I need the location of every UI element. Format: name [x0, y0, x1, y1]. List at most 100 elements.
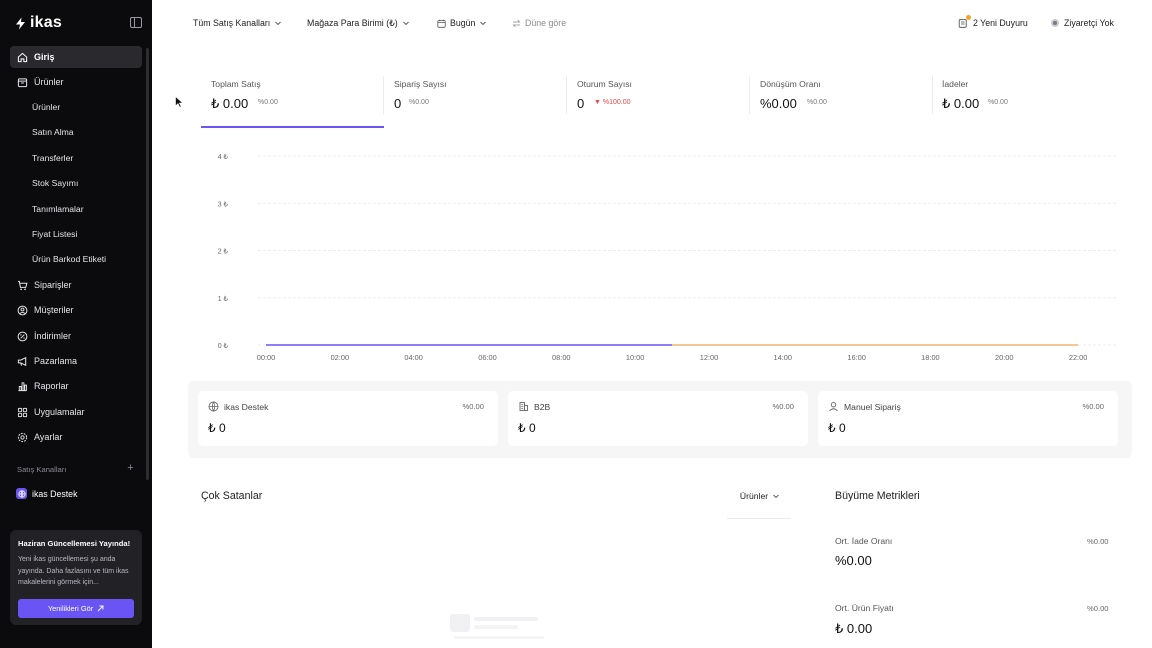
kpi-label: Oturum Sayısı: [577, 79, 632, 89]
kpi-conversion-rate[interactable]: Dönüşüm Oranı %0.00 %0.00: [750, 76, 932, 126]
sidebar-channel-label: ikas Destek: [32, 488, 78, 499]
kpi-change-value: %100.00: [602, 99, 631, 106]
sidebar-item-apps[interactable]: Uygulamalar: [10, 401, 142, 423]
sidebar-item-label: Müşteriler: [34, 305, 74, 315]
x-tick-label: 00:00: [257, 353, 276, 362]
kpi-label: Dönüşüm Oranı: [760, 79, 821, 89]
add-channel-icon[interactable]: +: [125, 463, 136, 474]
sidebar-subitem-transfers[interactable]: Transferler: [10, 148, 142, 168]
announcements-label: 2 Yeni Duyuru: [973, 18, 1028, 28]
kpi-order-count[interactable]: Sipariş Sayısı 0 %0.00: [384, 76, 566, 126]
sidebar-item-label: Raporlar: [34, 381, 69, 391]
sidebar-scrollbar[interactable]: [146, 48, 149, 480]
chevron-down-icon: [402, 21, 409, 26]
filter-label: Mağaza Para Birimi (₺): [307, 17, 398, 28]
sidebar-item-marketing[interactable]: Pazarlama: [10, 350, 142, 372]
update-promo-card: Haziran Güncellemesi Yayında! Yeni ikas …: [10, 530, 142, 625]
sidebar-subitem-products[interactable]: Ürünler: [10, 97, 142, 117]
chevron-down-icon: [480, 21, 487, 26]
sidebar-item-discounts[interactable]: İndirimler: [10, 325, 142, 347]
trend-down-icon: ▼: [594, 99, 601, 106]
kpi-returns[interactable]: İadeler ₺ 0.00 %0.00: [932, 76, 1114, 126]
channel-name: Manuel Sipariş: [844, 402, 901, 412]
visitors-indicator[interactable]: Ziyaretçi Yok: [1051, 16, 1114, 30]
cart-icon: [16, 279, 28, 291]
x-tick-label: 12:00: [700, 353, 719, 362]
sidebar-item-reports[interactable]: Raporlar: [10, 375, 142, 397]
announcements-button[interactable]: 2 Yeni Duyuru: [958, 15, 1028, 30]
kpi-value: ₺ 0.00: [211, 96, 249, 111]
metric-pct: %0.00: [1087, 537, 1109, 546]
compare-filter[interactable]: Düne göre: [512, 16, 566, 30]
date-filter[interactable]: Bugün: [437, 16, 487, 30]
metric-value: ₺ 0.00: [835, 621, 873, 636]
bolt-icon: [16, 17, 25, 29]
currency-filter[interactable]: Mağaza Para Birimi (₺): [307, 16, 410, 30]
x-tick-label: 06:00: [478, 353, 497, 362]
sidebar-item-label: Giriş: [34, 52, 55, 62]
y-tick-label: 4 ₺: [218, 153, 229, 161]
kpi-total-sales[interactable]: Toplam Satış ₺ 0.00 %0.00: [201, 76, 384, 126]
kpi-change: %0.00: [258, 99, 278, 106]
dropdown-underline: [727, 518, 791, 519]
sidebar-subitem-price-list[interactable]: Fiyat Listesi: [10, 224, 142, 244]
x-tick-label: 22:00: [1069, 353, 1088, 362]
sidebar-subitem-barcode-label[interactable]: Ürün Barkod Etiketi: [10, 249, 142, 269]
sidebar-item-products[interactable]: Ürünler: [10, 71, 142, 93]
sidebar-item-label: İndirimler: [34, 331, 72, 341]
kpi-value: 0: [394, 96, 402, 111]
brand-logo[interactable]: ikas: [14, 14, 62, 32]
x-tick-label: 18:00: [921, 353, 940, 362]
kpi-change: %0.00: [807, 99, 827, 106]
sidebar-item-label: Uygulamalar: [34, 407, 85, 417]
sidebar-item-home[interactable]: Giriş: [10, 46, 142, 68]
y-tick-label: 2 ₺: [218, 248, 229, 256]
metric-pct: %0.00: [1087, 604, 1109, 613]
sidebar-subitem-definitions[interactable]: Tanımlamalar: [10, 199, 142, 219]
x-tick-label: 20:00: [995, 353, 1014, 362]
visitors-label: Ziyaretçi Yok: [1064, 18, 1114, 28]
box-icon: [16, 76, 28, 88]
channel-value: ₺ 0: [828, 421, 846, 435]
sidebar-item-label: Ürünler: [34, 77, 64, 87]
channel-card-ikas-destek[interactable]: ikas Destek %0.00 ₺ 0: [198, 391, 498, 446]
kpi-value: ₺ 0.00: [942, 96, 980, 111]
building-icon: [519, 402, 528, 411]
sidebar-subitem-purchasing[interactable]: Satın Alma: [10, 122, 142, 142]
mouse-cursor-icon: [175, 96, 184, 108]
best-sellers-title: Çok Satanlar: [201, 490, 263, 502]
sidebar-item-label: Ayarlar: [34, 432, 63, 442]
y-tick-label: 1 ₺: [218, 295, 229, 303]
megaphone-icon: [16, 355, 28, 367]
kpi-change: %0.00: [409, 99, 429, 106]
metric-value: %0.00: [835, 553, 872, 568]
sidebar-item-settings[interactable]: Ayarlar: [10, 426, 142, 448]
kpi-label: Toplam Satış: [211, 79, 261, 89]
arrow-up-right-icon: [97, 605, 104, 612]
kpi-label: İadeler: [942, 79, 969, 89]
metric-label: Ort. Ürün Fiyatı: [835, 603, 894, 613]
brand-name: ikas: [30, 14, 62, 31]
metric-label: Ort. İade Oranı: [835, 536, 893, 546]
x-tick-label: 04:00: [404, 353, 423, 362]
see-updates-button[interactable]: Yenilikleri Gör: [18, 599, 134, 618]
globe-icon: [208, 401, 219, 412]
sidebar-collapse-icon[interactable]: [130, 17, 142, 28]
channel-card-manual-order[interactable]: Manuel Sipariş %0.00 ₺ 0: [818, 391, 1118, 446]
sales-channels-filter[interactable]: Tüm Satış Kanalları: [193, 16, 282, 30]
best-sellers-dropdown[interactable]: Ürünler: [730, 484, 790, 508]
empty-state-illustration: [450, 614, 544, 639]
channel-card-b2b[interactable]: B2B %0.00 ₺ 0: [508, 391, 808, 446]
sidebar-subitem-stock-count[interactable]: Stok Sayımı: [10, 173, 142, 193]
kpi-session-count[interactable]: Oturum Sayısı 0 ▼ %100.00: [567, 76, 749, 126]
y-tick-label: 3 ₺: [218, 200, 229, 208]
sidebar-channel-ikas-destek[interactable]: ikas Destek: [16, 488, 77, 499]
sidebar-item-customers[interactable]: Müşteriler: [10, 299, 142, 321]
channel-pct: %0.00: [772, 402, 794, 411]
person-icon: [829, 402, 838, 412]
filter-label: Düne göre: [525, 18, 567, 28]
x-tick-label: 02:00: [331, 353, 350, 362]
promo-text: Yeni ikas güncellemesi şu anda yayında. …: [18, 556, 129, 586]
sidebar-item-orders[interactable]: Siparişler: [10, 274, 142, 296]
growth-metrics-title: Büyüme Metrikleri: [835, 490, 920, 502]
